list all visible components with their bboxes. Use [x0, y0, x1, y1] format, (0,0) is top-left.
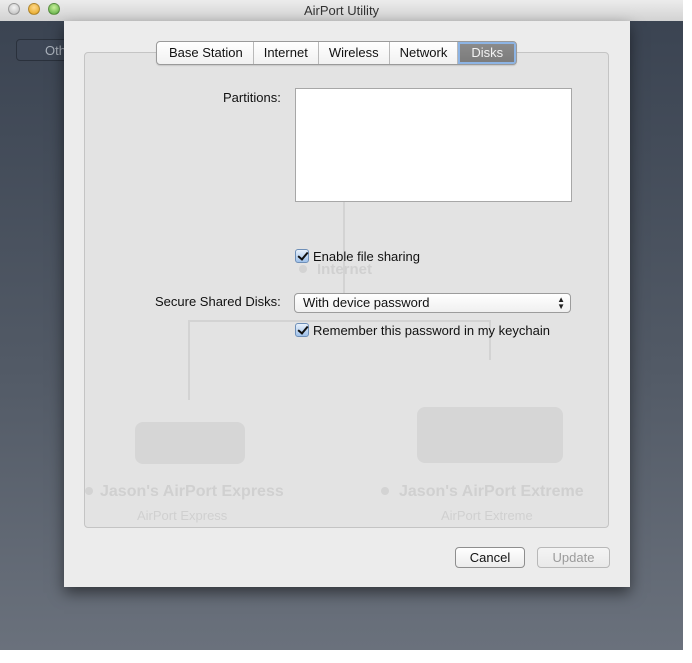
airport-utility-window: AirPort Utility Oth Internet Jason's Air… [0, 0, 683, 650]
tab-disks[interactable]: Disks [457, 42, 517, 64]
title-bar: AirPort Utility [0, 0, 683, 22]
enable-file-sharing-label: Enable file sharing [313, 249, 420, 264]
tab-network[interactable]: Network [388, 42, 458, 64]
window-edge [683, 0, 692, 663]
cancel-button[interactable]: Cancel [455, 547, 525, 568]
diagram-device-name: Jason's AirPort Extreme [399, 483, 584, 500]
status-dot-icon [299, 265, 307, 273]
tab-wireless[interactable]: Wireless [317, 42, 389, 64]
update-button[interactable]: Update [537, 547, 610, 568]
remember-password-label: Remember this password in my keychain [313, 323, 550, 338]
diagram-connector [188, 320, 490, 322]
tab-base-station[interactable]: Base Station [157, 42, 253, 64]
settings-sheet: Internet Jason's AirPort Express AirPort… [64, 21, 630, 587]
remember-password-checkbox[interactable] [295, 323, 309, 337]
airport-extreme-device-icon [417, 407, 563, 463]
status-dot-icon [381, 487, 389, 495]
diagram-device-model: AirPort Express [137, 508, 228, 523]
status-dot-icon [85, 487, 93, 495]
enable-file-sharing-checkbox[interactable] [295, 249, 309, 263]
airport-express-device-icon [135, 422, 245, 464]
settings-tab-control: Base Station Internet Wireless Network D… [156, 41, 518, 65]
partitions-label: Partitions: [223, 90, 281, 105]
diagram-device-model: AirPort Extreme [441, 508, 533, 523]
diagram-connector [188, 320, 190, 400]
diagram-device-name: Jason's AirPort Express [100, 483, 284, 500]
window-title: AirPort Utility [303, 3, 380, 18]
tab-internet[interactable]: Internet [252, 42, 318, 64]
popup-arrows-icon: ▲ ▼ [557, 295, 565, 311]
secure-shared-disks-label: Secure Shared Disks: [155, 294, 281, 309]
partitions-list[interactable] [295, 88, 572, 202]
secure-shared-disks-select[interactable]: With device password ▲ ▼ [294, 293, 571, 313]
secure-shared-disks-value: With device password [303, 295, 430, 310]
